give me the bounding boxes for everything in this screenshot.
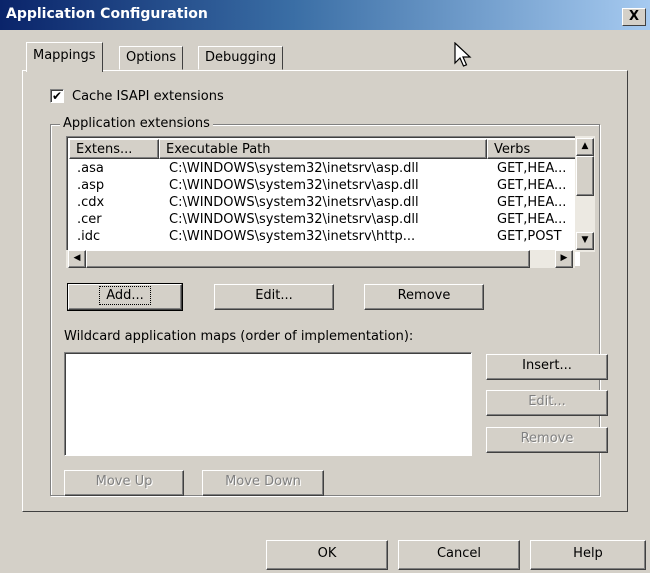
- tab-debugging[interactable]: Debugging: [198, 46, 284, 70]
- wildcard-edit-button[interactable]: Edit...: [486, 390, 608, 416]
- help-button[interactable]: Help: [530, 540, 646, 570]
- cache-isapi-checkbox[interactable]: ✔: [50, 89, 64, 103]
- vertical-scroll-thumb[interactable]: [576, 156, 594, 196]
- verbs-cell[interactable]: GET,HEA...: [497, 161, 577, 176]
- verbs-cell[interactable]: GET,HEA...: [497, 212, 577, 227]
- scroll-right-icon[interactable]: ▶: [555, 250, 573, 268]
- application-configuration-window: Application Configuration X Mappings Opt…: [0, 0, 650, 573]
- ok-button[interactable]: OK: [266, 540, 388, 570]
- window-title: Application Configuration: [6, 6, 208, 22]
- scroll-left-icon[interactable]: ◀: [68, 250, 86, 268]
- remove-button[interactable]: Remove: [364, 284, 484, 310]
- verbs-cell[interactable]: GET,POST: [497, 229, 577, 244]
- path-cell[interactable]: C:\WINDOWS\system32\inetsrv\asp.dll: [169, 195, 489, 210]
- title-bar[interactable]: Application Configuration X: [0, 0, 650, 30]
- tab-mappings[interactable]: Mappings: [26, 42, 103, 72]
- extension-cell[interactable]: .cer: [77, 212, 102, 227]
- tab-options[interactable]: Options: [119, 46, 184, 70]
- scroll-up-icon[interactable]: ▲: [576, 138, 594, 156]
- scroll-down-icon[interactable]: ▼: [576, 232, 594, 250]
- column-header-extension[interactable]: Extens...: [69, 139, 159, 159]
- horizontal-scrollbar[interactable]: ◀ ▶: [66, 250, 575, 268]
- vertical-scrollbar[interactable]: ▲ ▼: [575, 136, 595, 252]
- path-cell[interactable]: C:\WINDOWS\system32\inetsrv\asp.dll: [169, 178, 489, 193]
- add-button-label: Add...: [99, 286, 151, 305]
- path-cell[interactable]: C:\WINDOWS\system32\inetsrv\asp.dll: [169, 212, 489, 227]
- column-header-verbs[interactable]: Verbs: [487, 139, 577, 159]
- move-down-button[interactable]: Move Down: [202, 470, 324, 496]
- insert-button[interactable]: Insert...: [486, 354, 608, 380]
- mouse-pointer-icon: [454, 42, 472, 67]
- add-button[interactable]: Add...: [67, 283, 183, 311]
- cancel-button[interactable]: Cancel: [398, 540, 520, 570]
- path-cell[interactable]: C:\WINDOWS\system32\inetsrv\http...: [169, 229, 489, 244]
- extension-cell[interactable]: .idc: [77, 229, 100, 244]
- extension-cell[interactable]: .asp: [77, 178, 104, 193]
- column-header-executable-path[interactable]: Executable Path: [159, 139, 487, 159]
- wildcard-remove-button[interactable]: Remove: [486, 427, 608, 453]
- verbs-cell[interactable]: GET,HEA...: [497, 178, 577, 193]
- extension-cell[interactable]: .cdx: [77, 195, 104, 210]
- extensions-listview[interactable]: Extens... Executable Path Verbs .asa C:\…: [66, 136, 580, 266]
- move-up-button[interactable]: Move Up: [64, 470, 184, 496]
- path-cell[interactable]: C:\WINDOWS\system32\inetsrv\asp.dll: [169, 161, 489, 176]
- extension-cell[interactable]: .asa: [77, 161, 104, 176]
- wildcard-maps-label: Wildcard application maps (order of impl…: [64, 329, 414, 344]
- edit-button[interactable]: Edit...: [214, 284, 334, 310]
- application-extensions-legend: Application extensions: [60, 116, 213, 131]
- close-button[interactable]: X: [622, 8, 646, 26]
- horizontal-scroll-thumb[interactable]: [86, 250, 530, 268]
- cache-isapi-label[interactable]: Cache ISAPI extensions: [72, 89, 224, 104]
- verbs-cell[interactable]: GET,HEA...: [497, 195, 577, 210]
- wildcard-maps-list[interactable]: [64, 352, 472, 456]
